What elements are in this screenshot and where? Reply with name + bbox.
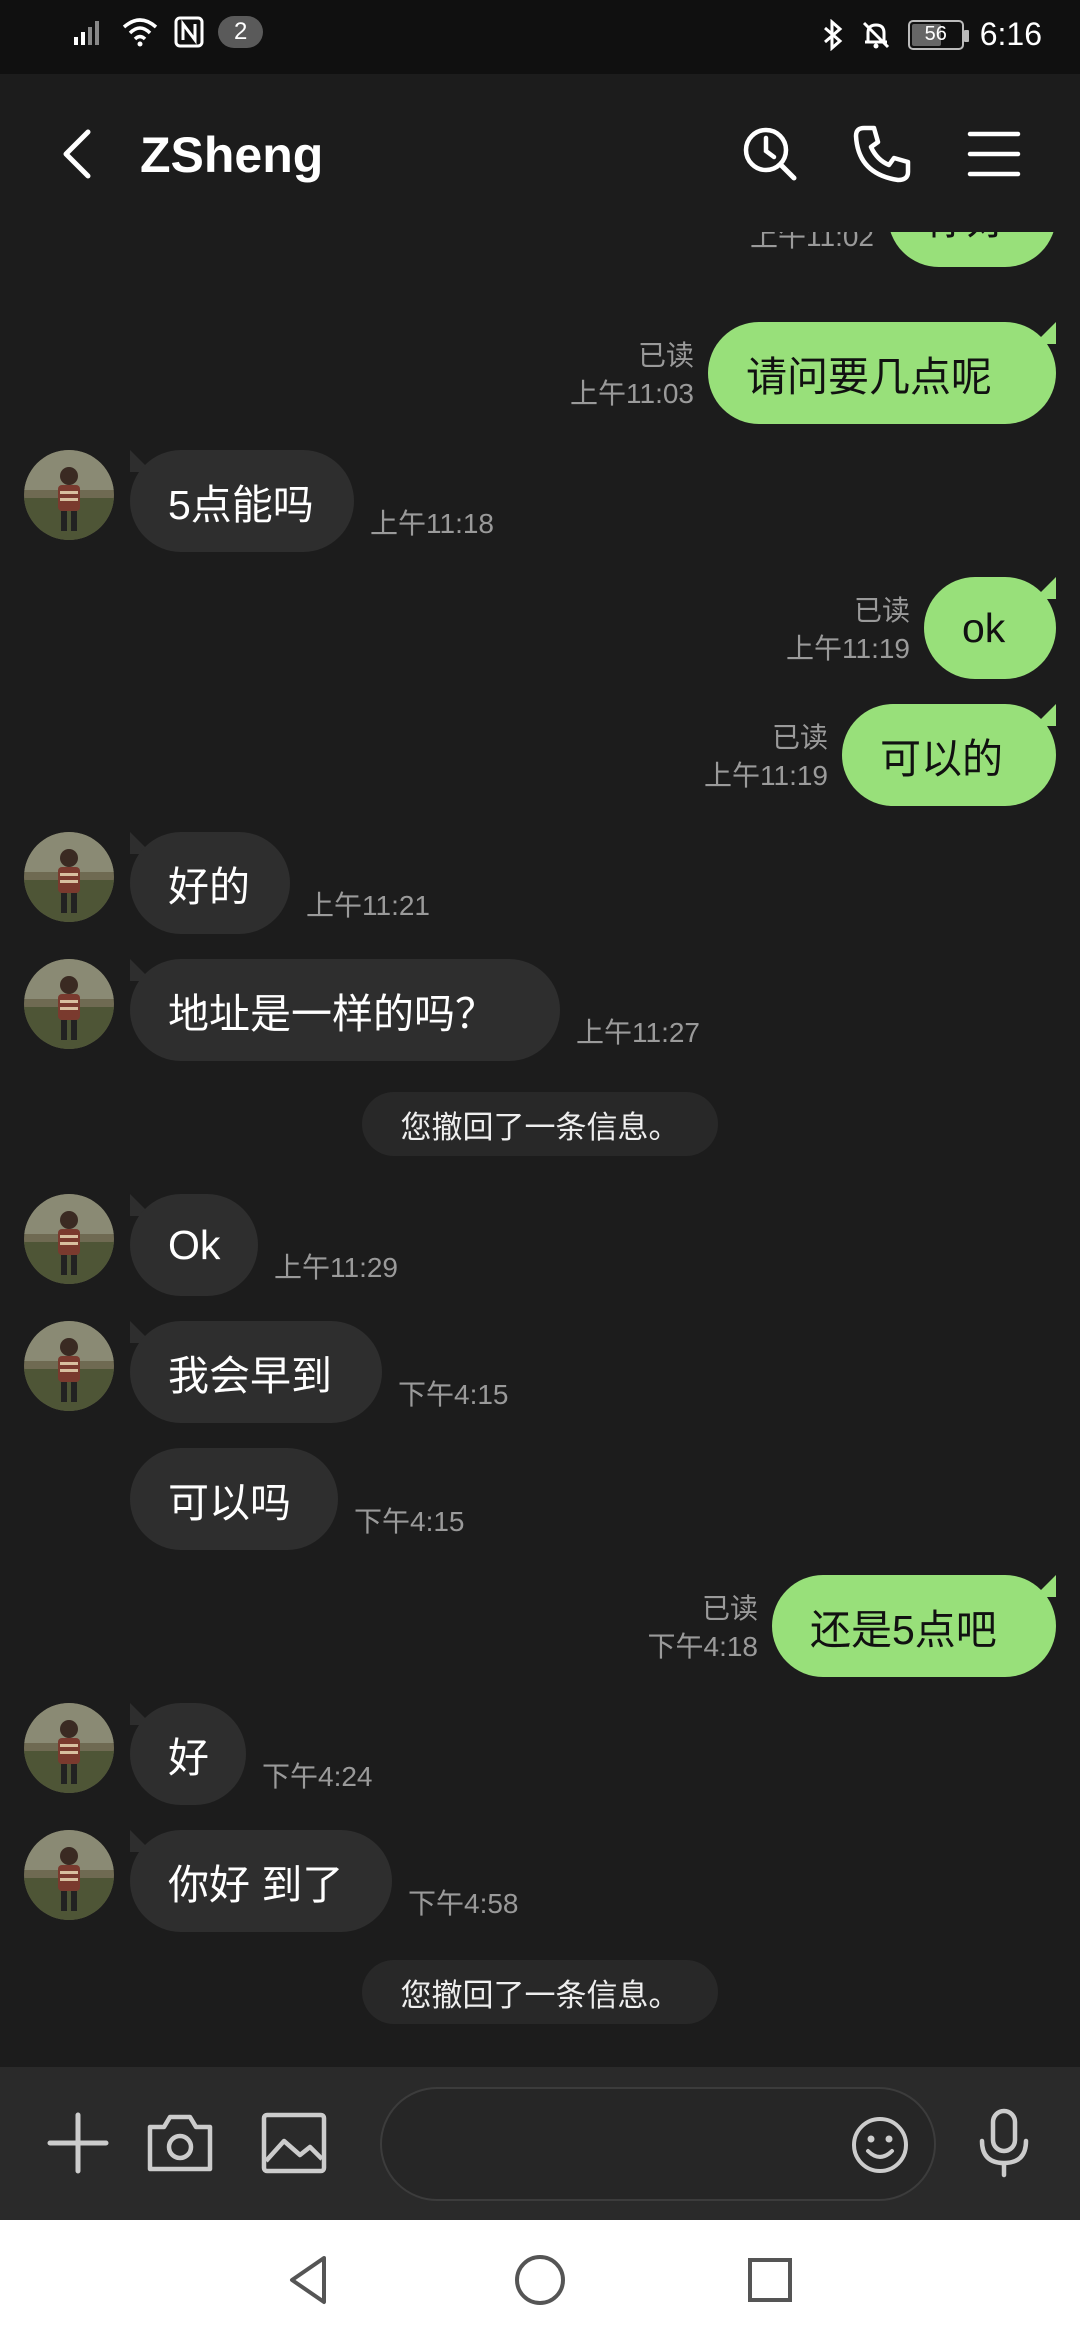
message-time: 上午11:29 [274,1252,398,1283]
message-time: 上午11:27 [576,1017,700,1048]
incoming-message-row: 好下午4:24 [0,1703,1080,1813]
contact-avatar[interactable] [24,450,114,540]
incoming-message-row: 我会早到 下午4:15 [0,1321,1080,1431]
incoming-message-row: 好的 上午11:21 [0,832,1080,942]
message-list[interactable]: 你好已读上午11:02请问要几点呢已读上午11:035点能吗上午11:18ok已… [0,232,1080,2067]
message-time: 上午11:21 [306,890,430,921]
emoji-icon[interactable] [848,2113,912,2177]
incoming-message-bubble[interactable]: Ok [130,1194,258,1296]
back-icon[interactable] [50,124,110,184]
phone-icon[interactable] [850,122,914,186]
input-bar [0,2067,1080,2220]
outgoing-message-bubble[interactable]: ok [924,577,1056,679]
system-notice-row: 您撤回了一条信息。 [0,1960,1080,2067]
message-time: 上午11:18 [370,508,494,539]
message-time: 上午11:19 [786,633,910,664]
sim-badge: 2 [218,16,264,48]
signal-icon [74,21,99,45]
message-time: 下午4:24 [262,1761,373,1792]
battery-level: 56 [924,23,947,45]
message-time: 下午4:15 [398,1379,509,1410]
incoming-message-row: 你好 到了 下午4:58 [0,1830,1080,1940]
message-time: 下午4:15 [354,1506,465,1537]
outgoing-message-row: 可以的 已读上午11:19 [0,704,1080,814]
message-time: 上午11:03 [570,378,694,409]
incoming-message-bubble[interactable]: 你好 到了 [130,1830,392,1932]
contact-name: ZSheng [140,127,324,183]
outgoing-message-bubble[interactable]: 你好 [888,232,1056,267]
read-receipt: 已读 [637,340,694,371]
incoming-message-row: Ok 上午11:29 [0,1194,1080,1304]
incoming-message-bubble[interactable]: 可以吗 [130,1448,338,1550]
contact-avatar[interactable] [24,959,114,1049]
outgoing-message-bubble[interactable]: 请问要几点呢 [708,322,1056,424]
incoming-message-bubble[interactable]: 地址是一样的吗？ [130,959,560,1061]
search-history-icon[interactable] [738,122,802,186]
read-receipt: 已读 [701,1593,758,1624]
message-time: 上午11:19 [704,760,828,791]
message-time: 上午11:02 [750,232,874,252]
incoming-message-bubble[interactable]: 好 [130,1703,246,1805]
nav-home-icon[interactable] [510,2250,570,2310]
message-time: 下午4:58 [408,1888,519,1919]
outgoing-message-bubble[interactable]: 还是5点吧 [772,1575,1056,1677]
contact-avatar[interactable] [24,832,114,922]
system-notice-row: 您撤回了一条信息。 [0,1092,1080,1202]
incoming-message-bubble[interactable]: 好的 [130,832,290,934]
outgoing-message-row: ok 已读上午11:19 [0,577,1080,687]
incoming-message-row: 地址是一样的吗？ 上午11:27 [0,959,1080,1069]
contact-avatar[interactable] [24,1830,114,1920]
mute-bell-icon [862,21,889,48]
gallery-icon[interactable] [256,2105,332,2181]
battery-icon: 56 [907,19,969,50]
outgoing-message-row: 你好已读上午11:02 [0,232,1080,275]
contact-avatar[interactable] [24,1194,114,1284]
menu-icon[interactable] [962,122,1026,186]
nav-recents-icon[interactable] [740,2250,800,2310]
recall-notice: 您撤回了一条信息。 [362,1092,718,1156]
contact-avatar[interactable] [24,1703,114,1793]
incoming-message-row: 可以吗 下午4:15 [0,1448,1080,1558]
wifi-icon [122,18,158,47]
nfc-icon [174,16,204,48]
message-input[interactable] [380,2087,936,2201]
status-time: 6:16 [979,16,1042,52]
bluetooth-icon [823,18,843,51]
status-bar: 2 56 6:16 [0,0,1080,74]
nav-back-icon[interactable] [280,2250,340,2310]
microphone-icon[interactable] [966,2105,1042,2181]
read-receipt: 已读 [853,595,910,626]
incoming-message-bubble[interactable]: 5点能吗 [130,450,354,552]
incoming-message-row: 5点能吗 上午11:18 [0,450,1080,560]
message-time: 下午4:18 [647,1631,759,1662]
outgoing-message-row: 还是5点吧 已读下午4:18 [0,1575,1080,1685]
incoming-message-bubble[interactable]: 我会早到 [130,1321,382,1423]
add-icon[interactable] [40,2105,116,2181]
chat-header: ZSheng [0,74,1080,232]
contact-avatar[interactable] [24,1321,114,1411]
system-nav-bar [0,2220,1080,2340]
outgoing-message-row: 请问要几点呢 已读上午11:03 [0,322,1080,432]
read-receipt: 已读 [771,722,828,753]
recall-notice: 您撤回了一条信息。 [362,1960,718,2024]
outgoing-message-bubble[interactable]: 可以的 [842,704,1056,806]
camera-icon[interactable] [142,2105,218,2181]
